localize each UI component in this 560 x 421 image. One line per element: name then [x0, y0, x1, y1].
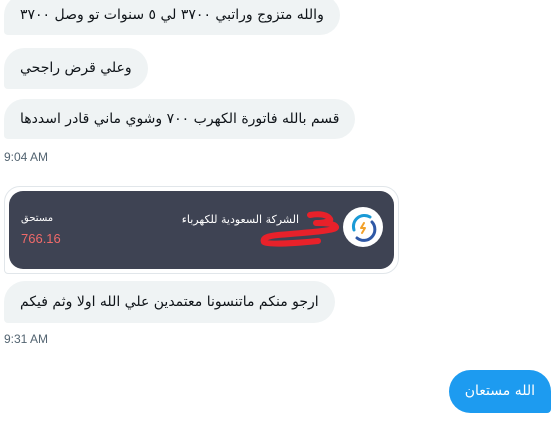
incoming-message[interactable]: وعلي قرض راجحي — [4, 48, 148, 89]
message-timestamp: 9:04 AM — [4, 150, 49, 164]
incoming-message[interactable]: ارجو منكم ماتنسونا معتمدين علي الله اولا… — [4, 281, 335, 323]
message-text: وعلي قرض راجحي — [20, 60, 132, 76]
bill-card-body: مستحق 766.16 الشركة السعودية للكهرباء — [9, 191, 394, 269]
due-label: مستحق — [21, 213, 54, 224]
redaction-scribble — [260, 211, 340, 247]
bill-card[interactable]: مستحق 766.16 الشركة السعودية للكهرباء — [4, 186, 399, 274]
due-amount: 766.16 — [21, 231, 61, 246]
outgoing-message[interactable]: الله مستعان — [448, 370, 551, 413]
incoming-message[interactable]: والله متزوج وراتبي ٣٧٠٠ لي ٥ سنوات تو وص… — [4, 0, 340, 35]
message-text: الله مستعان — [464, 383, 535, 399]
message-timestamp: 9:31 AM — [4, 332, 49, 346]
incoming-message[interactable]: قسم بالله فاتورة الكهرب ٧٠٠ وشوي ماني قا… — [4, 99, 356, 139]
message-text: والله متزوج وراتبي ٣٧٠٠ لي ٥ سنوات تو وص… — [20, 7, 324, 23]
message-text: ارجو منكم ماتنسونا معتمدين علي الله اولا… — [20, 294, 319, 310]
sec-logo-icon — [343, 207, 383, 247]
message-text: قسم بالله فاتورة الكهرب ٧٠٠ وشوي ماني قا… — [20, 111, 340, 127]
